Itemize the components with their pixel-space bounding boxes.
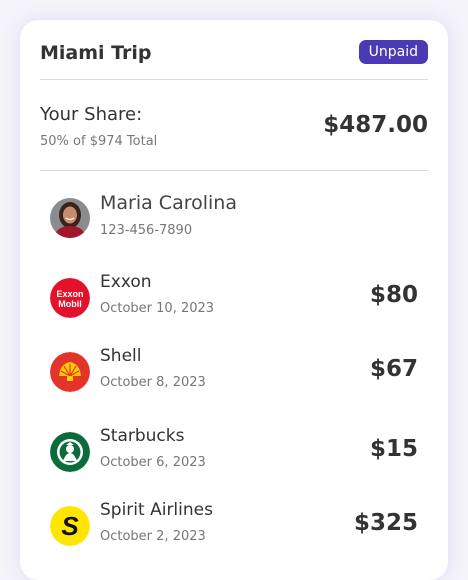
- spirit-airlines-logo: S: [50, 506, 90, 546]
- share-amount: $487.00: [323, 112, 428, 138]
- svg-text:Exxon: Exxon: [56, 289, 83, 299]
- merchant-name: Spirit Airlines: [100, 500, 213, 520]
- status-badge: Unpaid: [358, 40, 428, 64]
- merchant-name: Shell: [100, 346, 142, 366]
- avatar: [50, 198, 90, 238]
- transaction-row[interactable]: S Spirit Airlines October 2, 2023 $325: [50, 500, 418, 556]
- transaction-row[interactable]: Exxon Mobil Exxon October 10, 2023 $80: [50, 272, 418, 328]
- transaction-date: October 10, 2023: [100, 301, 215, 316]
- transaction-amount: $80: [369, 282, 418, 308]
- exxon-mobil-logo: Exxon Mobil: [50, 278, 90, 318]
- person-row[interactable]: Maria Carolina 123-456-7890: [50, 192, 418, 248]
- shell-logo: [50, 352, 90, 392]
- transaction-amount: $325: [353, 510, 418, 536]
- trip-title: Miami Trip: [40, 42, 152, 64]
- share-label: Your Share:: [40, 104, 143, 125]
- merchant-name: Exxon: [100, 272, 152, 292]
- transaction-row[interactable]: Starbucks October 6, 2023 $15: [50, 426, 418, 482]
- transaction-amount: $15: [369, 436, 418, 462]
- svg-text:S: S: [61, 511, 79, 541]
- trip-card: Miami Trip Unpaid Your Share: 50% of $97…: [20, 20, 448, 580]
- transaction-amount: $67: [369, 356, 418, 382]
- svg-text:Mobil: Mobil: [58, 299, 82, 309]
- transaction-date: October 6, 2023: [100, 455, 206, 470]
- transaction-date: October 2, 2023: [100, 529, 206, 544]
- person-phone: 123-456-7890: [100, 223, 193, 238]
- starbucks-logo: [50, 432, 90, 472]
- share-summary: Your Share: 50% of $974 Total $487.00: [40, 80, 428, 171]
- person-name: Maria Carolina: [100, 192, 237, 214]
- share-subtitle: 50% of $974 Total: [40, 134, 158, 149]
- trip-header: Miami Trip Unpaid: [40, 20, 428, 80]
- transaction-date: October 8, 2023: [100, 375, 206, 390]
- transaction-row[interactable]: Shell October 8, 2023 $67: [50, 346, 418, 402]
- merchant-name: Starbucks: [100, 426, 185, 446]
